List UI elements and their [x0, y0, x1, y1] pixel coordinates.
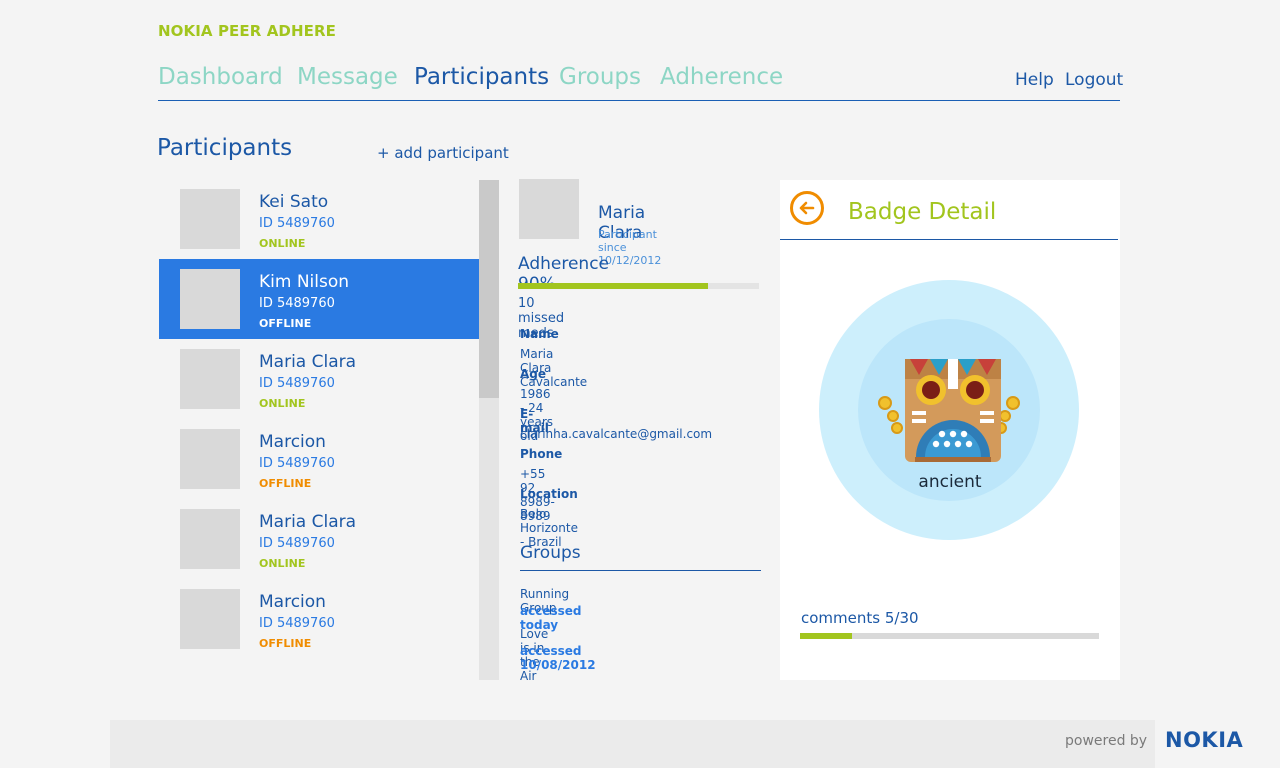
powered-by-label: powered by	[1065, 733, 1148, 749]
field-label-name: Name	[520, 327, 559, 341]
tab-message[interactable]: Message	[297, 64, 398, 90]
badge-image	[819, 280, 1079, 540]
groups-divider	[520, 570, 761, 571]
comments-count: comments 5/30	[801, 609, 919, 627]
participant-name: Kim Nilson	[259, 272, 350, 292]
participant-status: OFFLINE	[259, 477, 312, 490]
participant-avatar	[180, 429, 240, 489]
participant-list: Kei Sato ID 5489760 ONLINE Kim Nilson ID…	[159, 179, 479, 679]
participant-item[interactable]: Marcion ID 5489760 OFFLINE	[159, 579, 479, 659]
groups-heading: Groups	[520, 543, 581, 563]
participant-item[interactable]: Marcion ID 5489760 OFFLINE	[159, 419, 479, 499]
tab-adherence[interactable]: Adherence	[660, 64, 783, 90]
participant-status: OFFLINE	[259, 637, 312, 650]
tab-participants[interactable]: Participants	[414, 64, 549, 90]
participant-id: ID 5489760	[259, 456, 335, 471]
participants-heading: Participants	[157, 135, 293, 161]
participant-item[interactable]: Maria Clara ID 5489760 ONLINE	[159, 339, 479, 419]
participant-status: ONLINE	[259, 557, 306, 570]
participant-item[interactable]: Kim Nilson ID 5489760 OFFLINE	[159, 259, 479, 339]
scrollbar-thumb[interactable]	[479, 180, 499, 398]
participant-item[interactable]: Kei Sato ID 5489760 ONLINE	[159, 179, 479, 259]
main-nav: Dashboard Message Participants Groups Ad…	[158, 64, 1123, 101]
logout-link[interactable]: Logout	[1065, 70, 1123, 90]
participant-name: Marcion	[259, 432, 326, 452]
field-value-email: clarinha.cavalcante@gmail.com	[520, 427, 713, 441]
field-label-phone: Phone	[520, 447, 563, 461]
participant-id: ID 5489760	[259, 536, 335, 551]
app-title: NOKIA PEER ADHERE	[158, 22, 336, 40]
participant-name: Maria Clara	[259, 512, 357, 532]
arrow-left-icon	[799, 201, 815, 215]
detail-avatar	[519, 179, 579, 239]
tab-dashboard[interactable]: Dashboard	[158, 64, 283, 90]
back-button[interactable]	[790, 191, 824, 225]
field-label-location: Location	[520, 487, 578, 501]
participant-id: ID 5489760	[259, 616, 335, 631]
participant-avatar	[180, 269, 240, 329]
nokia-logo: NOKIA	[1165, 728, 1244, 752]
tab-groups[interactable]: Groups	[559, 64, 641, 90]
add-participant-button[interactable]: + add participant	[377, 144, 509, 162]
group-accessed: accessed 10/08/2012	[520, 644, 596, 672]
adherence-bar-fill	[518, 283, 709, 289]
badge-detail-title: Badge Detail	[848, 199, 997, 225]
badge-detail-panel: Badge Detail ancient comments 5/30	[780, 180, 1120, 680]
participant-name: Maria Clara	[259, 352, 357, 372]
badge-name: ancient	[918, 472, 982, 492]
participant-avatar	[180, 509, 240, 569]
comments-progress-fill	[800, 633, 852, 639]
participant-list-scrollbar[interactable]	[479, 180, 499, 680]
participant-status: ONLINE	[259, 397, 306, 410]
participant-avatar	[180, 189, 240, 249]
help-link[interactable]: Help	[1015, 70, 1054, 90]
comments-progress-bar	[800, 633, 1099, 639]
adherence-bar	[518, 283, 759, 289]
participant-id: ID 5489760	[259, 376, 335, 391]
badge-divider	[780, 239, 1118, 240]
participant-avatar	[180, 589, 240, 649]
participant-status: OFFLINE	[259, 317, 312, 330]
footer-strip	[110, 720, 1155, 768]
field-label-age: Age	[520, 367, 547, 381]
participant-avatar	[180, 349, 240, 409]
participant-item[interactable]: Maria Clara ID 5489760 ONLINE	[159, 499, 479, 579]
participant-name: Marcion	[259, 592, 326, 612]
participant-id: ID 5489760	[259, 296, 335, 311]
participant-name: Kei Sato	[259, 192, 329, 212]
participant-status: ONLINE	[259, 237, 306, 250]
participant-id: ID 5489760	[259, 216, 335, 231]
